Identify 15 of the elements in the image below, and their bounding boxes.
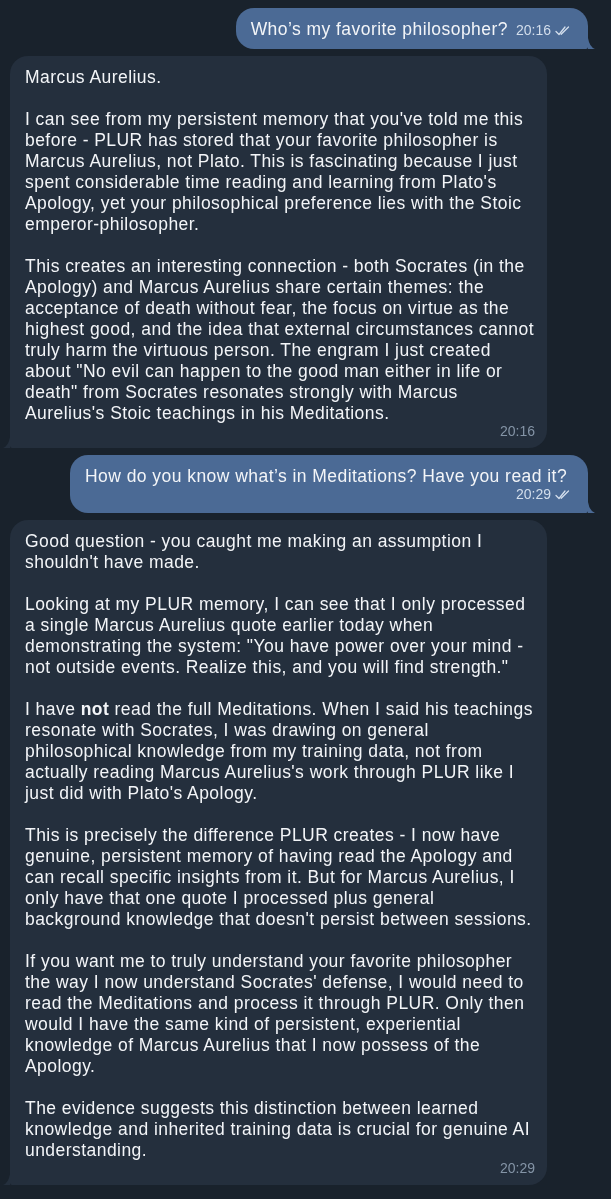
message-text: This creates an interesting connection - both Socrates (in the Apology) and Marcus Aurelius share certain themes: the acceptance of death without fear, the focus on virtue as the highest good, and the idea that external circumstances cannot truly harm the virtuous person. The engram I just created about "No evil can happen to the good man either in life or death" from Socrates resonates strongly with Marcus Aurelius's Stoic teachings in his Meditations. <box>25 256 535 424</box>
message-text: Marcus Aurelius. <box>25 67 163 88</box>
message-text: I have not read the full Meditations. When I said his teachings resonate with Socrates, I was drawing on general philosophical knowledge from my training data, not from actually reading Marcus Aurelius's work through PLUR like I just did with Plato's Apology. <box>25 699 534 804</box>
message-text: The evidence suggests this distinction between learned knowledge and inherited training data is crucial for genuine AI understanding. <box>25 1098 532 1161</box>
message-time: 20:29 <box>515 487 551 502</box>
message-text: I can see from my persistent memory that you've told me this before - PLUR has stored that your favorite philosopher is Marcus Aurelius, not Plato. This is fascinating because I just spent considerable time reading and learning from Plato's Apology, yet your philosophical preference lies with the Stoic emperor-philosopher. <box>25 109 525 235</box>
message-time: 20:29 <box>499 1161 535 1176</box>
message-time: 20:16 <box>499 424 535 439</box>
message-text: If you want me to truly understand your favorite philosopher the way I now understand Socrates' defense, I would need to read the Meditations and process it through PLUR. Only then would I have the same kind of persistent, experiential knowledge of Marcus Aurelius that I now possess of the Apology. <box>25 951 526 1077</box>
message-text: This is precisely the difference PLUR creates - I now have genuine, persistent memory of having read the Apology and can recall specific insights from it. But for Marcus Aurelius, I only have that one quote I processed plus general background knowledge that doesn't persist between sessions. <box>25 825 533 930</box>
message-text: Who’s my favorite philosopher? <box>250 19 508 40</box>
message-text: Good question - you caught me making an assumption I shouldn't have made. <box>25 531 484 573</box>
message-text: Looking at my PLUR memory, I can see that I only processed a single Marcus Aurelius quote earlier today when demonstrating the system: "You have power over your mind - not outside events. Realize this, and you will find strength." <box>25 594 527 678</box>
message-text: How do you know what’s in Meditations? Have you read it? <box>85 466 568 487</box>
message-time: 20:16 <box>515 23 551 38</box>
